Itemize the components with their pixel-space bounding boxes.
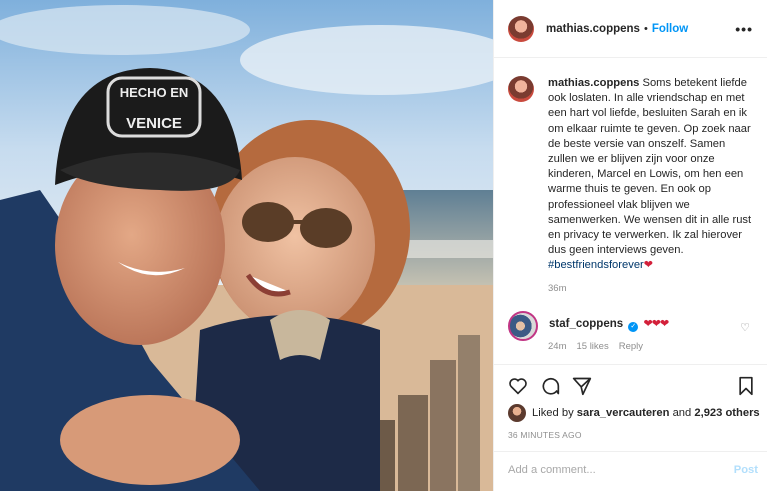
comment-likes[interactable]: 15 likes	[576, 341, 608, 352]
post-sidebar: mathias.coppens • Follow ••• mathias.cop…	[493, 0, 767, 491]
liker-avatar[interactable]	[508, 404, 526, 422]
caption-body: mathias.coppens Soms betekent liefde ook…	[548, 76, 756, 274]
caption-hashtag[interactable]: #bestfriendsforever	[548, 259, 644, 271]
divider	[494, 451, 767, 452]
cap-text-bottom: VENICE	[126, 115, 182, 132]
cap-text-top: HECHO EN	[120, 85, 189, 100]
author-avatar[interactable]	[508, 15, 534, 42]
comment-meta: 24m 15 likes Reply	[548, 341, 643, 352]
add-comment-bar: Add a comment... Post	[508, 464, 758, 476]
likes-conj: and	[672, 407, 692, 419]
caption-avatar[interactable]	[508, 76, 534, 102]
post-timestamp: 36 MINUTES AGO	[508, 430, 582, 440]
likes-prefix: Liked by	[532, 407, 574, 419]
likes-others[interactable]: 2,923 others	[694, 407, 759, 419]
post-comment-button[interactable]: Post	[734, 464, 758, 476]
comment-like-icon[interactable]: ♡	[740, 321, 750, 334]
post-header: mathias.coppens • Follow •••	[494, 0, 767, 58]
caption-text: Soms betekent liefde ook loslaten. In al…	[548, 77, 752, 257]
comment-input[interactable]: Add a comment...	[508, 464, 596, 476]
comment-time: 24m	[548, 341, 567, 352]
caption-time: 36m	[548, 283, 567, 294]
reply-button[interactable]: Reply	[619, 341, 643, 352]
caption-username[interactable]: mathias.coppens	[548, 77, 639, 89]
like-heart-icon[interactable]	[506, 374, 530, 398]
comment-item: staf_coppens ✓ ❤❤❤ ♡	[508, 311, 756, 341]
commenter-avatar[interactable]	[508, 311, 538, 341]
selfie-image: HECHO EN VENICE	[0, 0, 493, 491]
comment-text: staf_coppens ✓ ❤❤❤	[549, 317, 670, 332]
action-bar	[506, 374, 758, 398]
heart-emoji: ❤	[643, 259, 653, 272]
author-username[interactable]: mathias.coppens	[546, 23, 640, 35]
bookmark-icon[interactable]	[734, 374, 758, 398]
follow-button[interactable]: Follow	[652, 23, 688, 35]
more-options-icon[interactable]: •••	[735, 21, 753, 37]
share-icon[interactable]	[570, 374, 594, 398]
header-separator: •	[643, 22, 648, 35]
post-photo[interactable]: HECHO EN VENICE	[0, 0, 493, 491]
likes-summary: Liked by sara_vercauteren and 2,923 othe…	[508, 404, 760, 422]
divider	[494, 364, 767, 365]
commenter-username[interactable]: staf_coppens	[549, 318, 623, 330]
verified-badge-icon: ✓	[628, 322, 639, 332]
liker-username[interactable]: sara_vercauteren	[577, 407, 670, 419]
comment-bubble-icon[interactable]	[538, 374, 562, 398]
post-caption: mathias.coppens Soms betekent liefde ook…	[508, 76, 756, 274]
comment-hearts: ❤❤❤	[643, 318, 670, 330]
